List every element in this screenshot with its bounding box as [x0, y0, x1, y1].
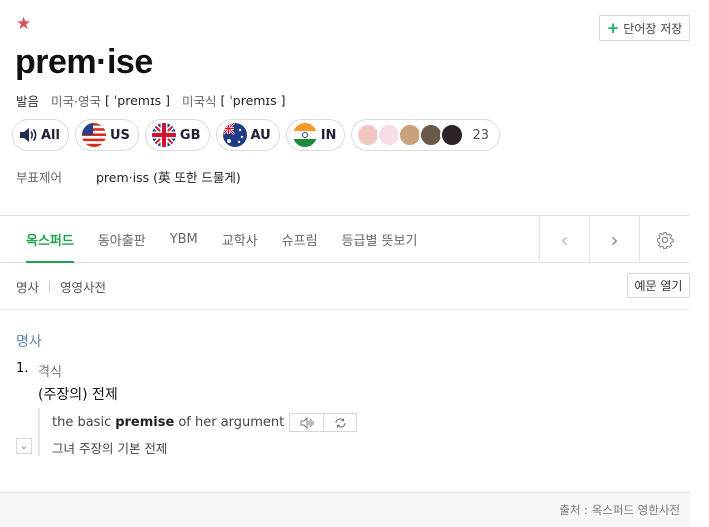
sense-definition: (주장의) 전제: [38, 387, 118, 403]
gear-icon: [656, 231, 674, 249]
headword: prem·ise: [15, 43, 153, 81]
example-after: of her argument: [178, 415, 285, 430]
example-controls: [289, 413, 358, 432]
filter-divider: [49, 280, 51, 293]
chevron-left-icon: ‹: [560, 227, 569, 252]
chip-label-in: IN: [320, 127, 337, 143]
open-examples-button[interactable]: 예문 열기: [627, 273, 690, 298]
part-of-speech-heading: 명사: [16, 334, 42, 350]
tab-prev-button[interactable]: ‹: [539, 216, 589, 263]
example-audio-button[interactable]: [290, 414, 323, 431]
filter-noun[interactable]: 명사: [16, 277, 39, 296]
sense-register: 격식: [38, 365, 62, 380]
chip-label-au: AU: [250, 127, 271, 143]
example-sentence: the basic premise of her argument: [52, 413, 358, 432]
sense-number: 1.: [16, 361, 29, 376]
example-keyword: premise: [115, 415, 175, 430]
variant-row: 부표제어 prem·iss (英 또한 드물게): [16, 167, 241, 186]
tab-supreme[interactable]: 슈프림: [270, 216, 330, 262]
user-recordings-button[interactable]: 23: [351, 119, 500, 151]
pron-region-1: 미국·영국: [51, 94, 101, 109]
example-before: the basic: [52, 415, 112, 430]
user-avatar: [440, 123, 465, 147]
us-flag-icon: [81, 123, 106, 147]
gb-flag-icon: [151, 123, 176, 147]
example-expand-chevron-icon[interactable]: ⌄: [16, 438, 32, 454]
save-button-label: 단어장 저장: [623, 21, 683, 36]
pron-ipa-2: [ ˈpremɪs ]: [220, 93, 286, 108]
pronunciation-row: 발음 미국·영국 [ ˈpremɪs ] 미국식 [ ˈpremɪs ]: [16, 91, 297, 110]
audio-au-button[interactable]: AU: [215, 119, 280, 151]
tab-settings-button[interactable]: [639, 216, 690, 263]
audio-chips: All US GB AU IN 23: [12, 119, 500, 151]
audio-us-button[interactable]: US: [74, 119, 139, 151]
source-text: 출처 : 옥스퍼드 영한사전: [559, 503, 680, 517]
tab-dong-a[interactable]: 동아출판: [86, 216, 158, 262]
chip-label-all: All: [41, 127, 60, 143]
chip-label-us: US: [109, 127, 130, 143]
audio-in-button[interactable]: IN: [285, 119, 346, 151]
save-to-wordbook-button[interactable]: + 단어장 저장: [599, 15, 690, 41]
filter-english-english[interactable]: 영영사전: [60, 277, 106, 296]
au-flag-icon: [222, 123, 247, 147]
dictionary-tabs: 옥스퍼드 동아출판 YBM 교학사 슈프림 등급별 뜻보기 ‹ ›: [0, 215, 690, 263]
tab-ybm[interactable]: YBM: [158, 216, 210, 262]
tab-oxford[interactable]: 옥스퍼드: [0, 216, 86, 263]
recordings-count: 23: [472, 127, 489, 143]
audio-gb-button[interactable]: GB: [144, 119, 210, 151]
section-divider: [0, 309, 690, 310]
audio-all-button[interactable]: All: [12, 119, 69, 151]
tab-kyohaksa[interactable]: 교학사: [210, 216, 270, 262]
example-translation: 그녀 주장의 기본 전제: [52, 441, 168, 456]
source-footer: 출처 : 옥스퍼드 영한사전: [0, 492, 690, 527]
repeat-icon: [335, 418, 346, 427]
pron-ipa-1: [ ˈpremɪs ]: [105, 93, 170, 108]
speaker-icon: [20, 128, 37, 142]
tab-next-button[interactable]: ›: [589, 216, 639, 263]
variant-label: 부표제어: [16, 170, 63, 185]
chevron-right-icon: ›: [610, 227, 619, 252]
in-flag-icon: [292, 123, 317, 147]
tab-level-meaning[interactable]: 등급별 뜻보기: [330, 216, 430, 262]
speaker-icon: [300, 416, 314, 429]
example-repeat-button[interactable]: [323, 414, 356, 431]
plus-icon: +: [606, 18, 620, 37]
favorite-star-icon[interactable]: ★: [16, 14, 31, 34]
variant-value: prem·iss (英 또한 드물게): [96, 170, 241, 185]
pron-region-2: 미국식: [181, 94, 217, 109]
chip-label-gb: GB: [179, 127, 201, 143]
pos-filter-row: 명사 영영사전: [16, 277, 106, 296]
pronunciation-label: 발음: [16, 94, 40, 109]
